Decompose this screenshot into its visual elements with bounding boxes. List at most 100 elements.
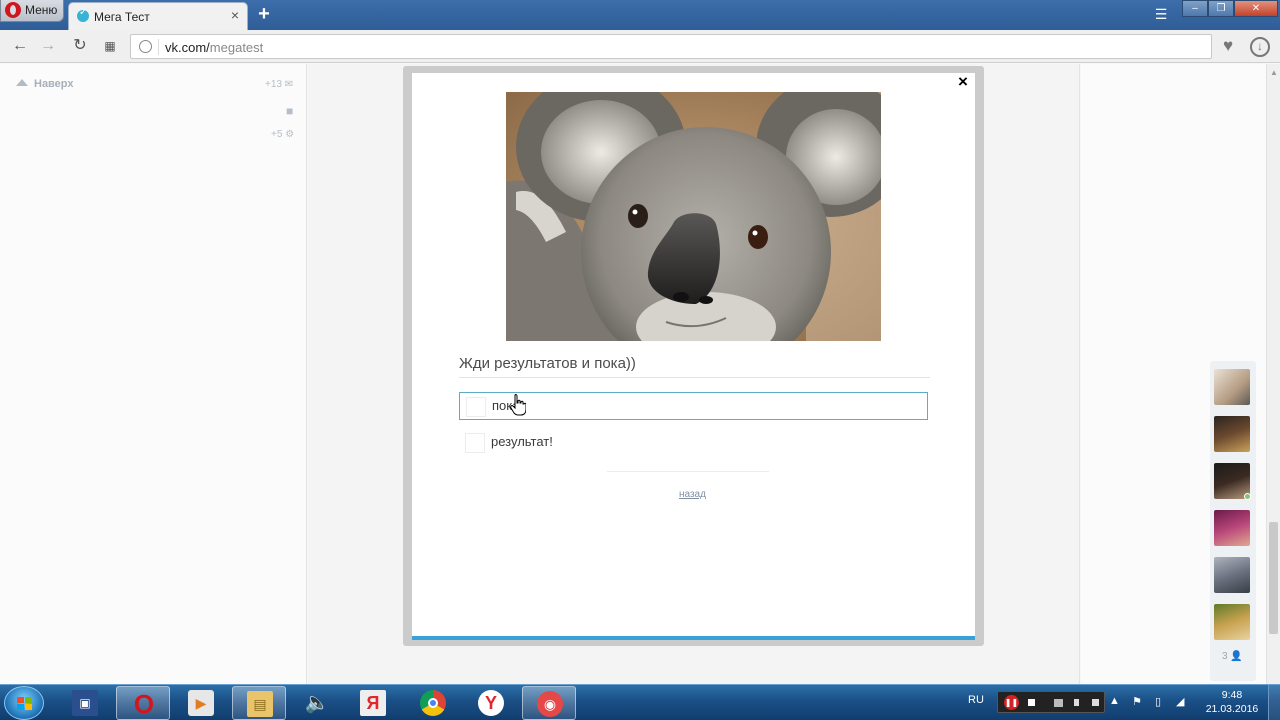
settings-counter[interactable]: +5 ⚙ (271, 129, 294, 140)
address-bar[interactable]: vk.com/megatest (130, 34, 1212, 59)
windows-taskbar: ▣ O ▶ ▤ 🔈 Я Y ◉ RU ❚❚ ▲ ⚑ ▯ ◢ 9:48 21.03… (0, 684, 1280, 720)
signal-icon[interactable]: ◢ (1176, 695, 1184, 708)
camera-icon[interactable] (1054, 699, 1063, 707)
minimize-button[interactable]: – (1182, 0, 1208, 17)
battery-icon[interactable]: ▯ (1155, 695, 1161, 708)
clock-time: 9:48 (1221, 689, 1243, 701)
opera-icon: O (133, 689, 155, 719)
flag-icon[interactable]: ⚑ (1132, 695, 1142, 708)
globe-icon (139, 40, 152, 53)
url-path: megatest (209, 40, 264, 55)
forward-arrow-icon[interactable]: → (38, 36, 58, 56)
person-icon: 👤 (1230, 651, 1243, 662)
test-question: Жди результатов и пока)) (459, 355, 636, 372)
taskbar-yandex-browser[interactable]: Y (464, 686, 518, 720)
online-friends-panel: 3 👤 (1210, 361, 1256, 681)
answer-checkbox[interactable] (466, 397, 486, 417)
page-content: Наверх +13 ✉ ■ +5 ⚙ ▲ 3 👤 × Жди результа… (0, 64, 1280, 684)
show-desktop-button[interactable] (1268, 685, 1280, 720)
friends-counter[interactable]: 3 👤 (1222, 651, 1243, 662)
windows-logo-icon (17, 697, 33, 711)
mail-icon: ✉ (284, 79, 294, 90)
scroll-up-icon[interactable]: ▲ (1270, 68, 1278, 77)
question-divider (459, 377, 930, 378)
taskbar-chrome[interactable] (406, 686, 460, 720)
language-indicator[interactable]: RU (968, 694, 984, 706)
gear-icon: ⚙ (285, 129, 295, 140)
stop-icon[interactable] (1028, 699, 1035, 706)
answer-option-result[interactable]: результат! (459, 429, 928, 457)
back-arrow-icon[interactable]: ← (10, 36, 30, 56)
friends-count: 3 (1222, 651, 1228, 662)
tray-expand-icon[interactable]: ▲ (1109, 695, 1120, 707)
friend-avatar[interactable] (1214, 416, 1250, 452)
menu-label: Меню (25, 3, 58, 17)
chrome-icon (420, 690, 446, 716)
friend-avatar[interactable] (1214, 369, 1250, 405)
tab-close-icon[interactable]: × (231, 7, 239, 23)
reload-icon[interactable]: ↻ (70, 36, 90, 56)
pen-icon[interactable] (1074, 699, 1079, 706)
fullscreen-icon[interactable] (1092, 699, 1099, 706)
friend-avatar[interactable] (1214, 463, 1251, 500)
window-controls: – ❐ ✕ (1182, 0, 1278, 18)
taskbar-yandex[interactable]: Я (346, 686, 400, 720)
media-player-icon: ▶ (188, 690, 214, 716)
clock-date: 21.03.2016 (1205, 703, 1259, 715)
screen: Меню Мега Тест × + ☰ – ❐ ✕ ← → ↻ ▦ vk.co… (0, 0, 1280, 720)
answer-option-poka[interactable]: пока (459, 392, 928, 420)
verified-favicon-icon (77, 7, 89, 22)
scrollbar-thumb[interactable] (1269, 522, 1278, 634)
start-button[interactable] (4, 686, 44, 720)
friend-avatar[interactable] (1214, 510, 1250, 546)
taskbar-speaker[interactable]: 🔈 (290, 686, 344, 720)
address-url: vk.com/megatest (165, 40, 263, 55)
speaker-icon: 🔈 (304, 692, 330, 714)
taskbar-recorder[interactable]: ◉ (522, 686, 576, 720)
back-link[interactable]: назад (679, 489, 706, 500)
taskbar-explorer[interactable]: ▤ (232, 686, 286, 720)
up-triangle-icon (16, 79, 28, 86)
yandex-icon: Я (360, 690, 386, 716)
scroll-to-top-label: Наверх (34, 78, 74, 90)
tab-title: Мега Тест (94, 10, 150, 24)
system-clock[interactable]: 9:48 21.03.2016 (1205, 688, 1259, 716)
record-icon: ◉ (537, 691, 563, 717)
url-host: vk.com/ (165, 40, 210, 55)
opera-menu-button[interactable]: Меню (0, 0, 64, 22)
online-indicator (1244, 493, 1251, 500)
koala-image (506, 92, 881, 341)
heart-icon[interactable]: ♥ (1216, 35, 1240, 59)
taskbar-save-app[interactable]: ▣ (58, 686, 112, 720)
answer-label: результат! (491, 434, 553, 449)
opera-logo-icon (5, 2, 21, 18)
recorder-controls[interactable]: ❚❚ (997, 691, 1105, 713)
pause-record-icon[interactable]: ❚❚ (1004, 695, 1019, 710)
page-scrollbar[interactable]: ▲ (1266, 64, 1280, 684)
footer-divider (607, 471, 769, 472)
messages-counter[interactable]: +13 ✉ (265, 79, 293, 90)
new-tab-button[interactable]: + (254, 3, 274, 25)
modal-close-icon[interactable]: × (958, 72, 968, 92)
friend-avatar[interactable] (1214, 604, 1250, 640)
left-sidebar: Наверх +13 ✉ ■ +5 ⚙ (0, 64, 307, 684)
explorer-icon: ▤ (247, 691, 273, 717)
window-close-button[interactable]: ✕ (1234, 0, 1278, 17)
save-icon: ▣ (72, 690, 98, 716)
maximize-button[interactable]: ❐ (1208, 0, 1234, 17)
tab-mega-test[interactable]: Мега Тест × (68, 2, 248, 30)
browser-tab-strip: Меню Мега Тест × + ☰ – ❐ ✕ (0, 0, 1280, 30)
tab-menu-icon[interactable]: ☰ (1150, 6, 1172, 24)
comment-icon[interactable]: ■ (286, 104, 293, 118)
friend-avatar[interactable] (1214, 557, 1250, 593)
speed-dial-icon[interactable]: ▦ (100, 36, 120, 56)
download-icon[interactable]: ↓ (1250, 37, 1270, 57)
taskbar-media-player[interactable]: ▶ (174, 686, 228, 720)
answer-checkbox[interactable] (465, 433, 485, 453)
scroll-to-top-link[interactable]: Наверх (16, 78, 74, 90)
settings-count: +5 (271, 129, 283, 140)
address-separator (158, 39, 159, 55)
taskbar-opera[interactable]: O (116, 686, 170, 720)
yandex-browser-icon: Y (478, 690, 504, 716)
navigation-bar: ← → ↻ ▦ vk.com/megatest ♥ ↓ (0, 30, 1280, 63)
